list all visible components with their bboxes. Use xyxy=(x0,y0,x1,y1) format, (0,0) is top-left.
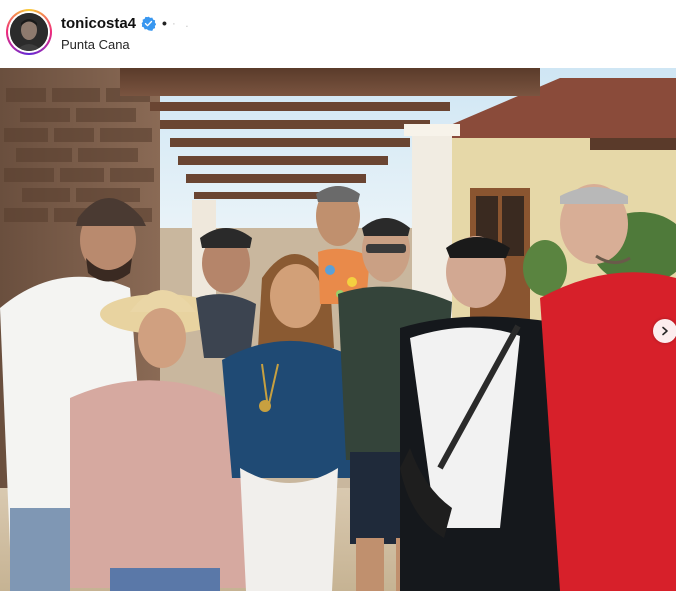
avatar[interactable] xyxy=(6,9,52,55)
post-header: tonicosta4 • · . Punta Cana xyxy=(0,0,676,68)
verified-badge-icon xyxy=(141,16,157,31)
avatar-border xyxy=(8,11,50,53)
carousel-next-button[interactable] xyxy=(653,319,676,343)
chevron-right-icon xyxy=(662,326,668,336)
separator-dot: • xyxy=(162,15,167,31)
follow-indicator: · . xyxy=(171,16,192,30)
post-photo[interactable] xyxy=(0,68,676,591)
username-row: tonicosta4 • · . xyxy=(61,13,192,33)
avatar-image xyxy=(10,13,48,51)
location-link[interactable]: Punta Cana xyxy=(61,37,130,52)
username-link[interactable]: tonicosta4 xyxy=(61,15,136,32)
